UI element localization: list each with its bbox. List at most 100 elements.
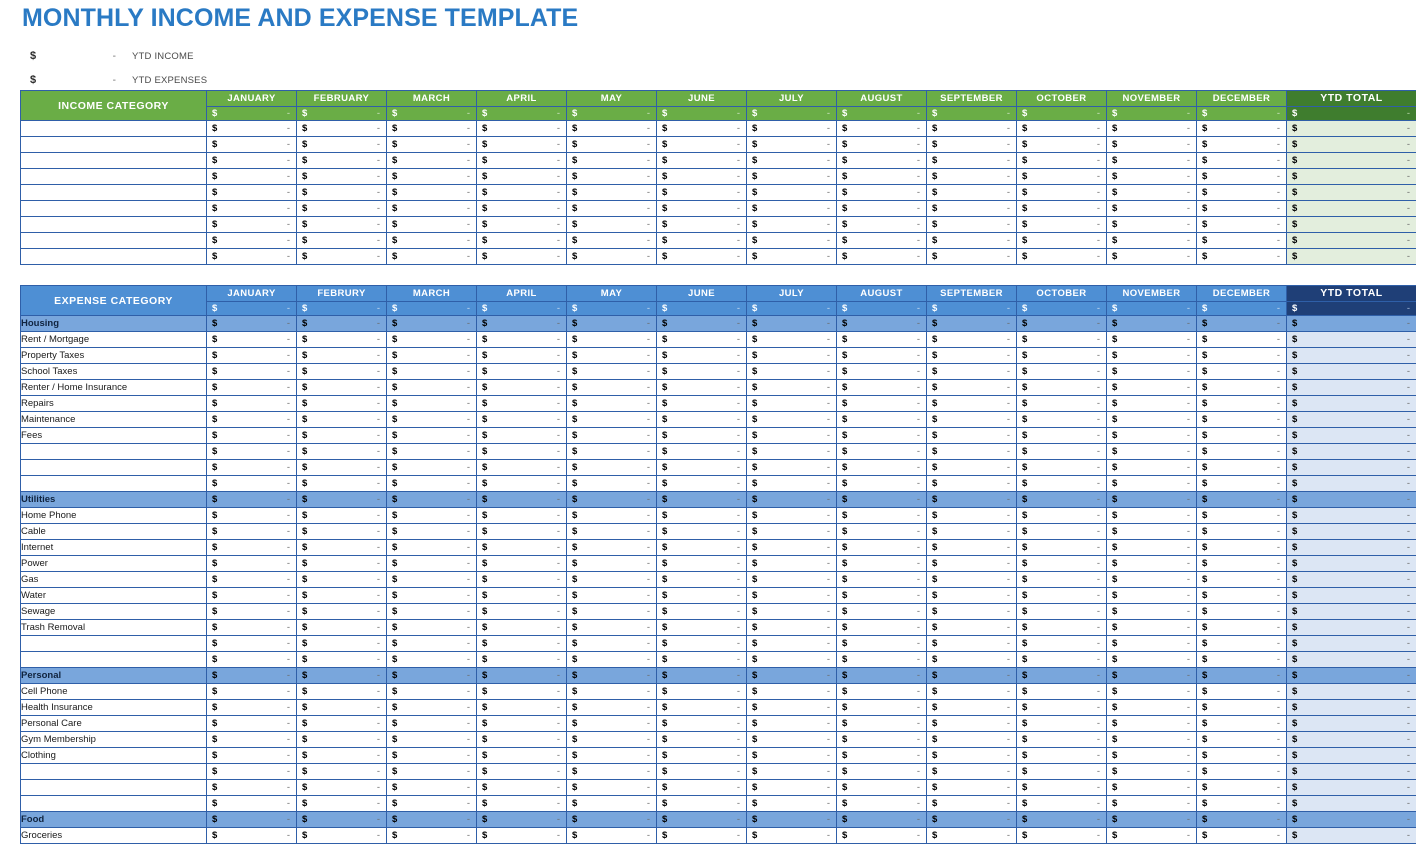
- expense-cell-r31-m4[interactable]: $ -: [476, 795, 567, 812]
- income-ytd-r9[interactable]: $ -: [1286, 248, 1416, 265]
- expense-cell-r13-m5[interactable]: $ -: [566, 507, 657, 524]
- income-month-header-12[interactable]: DECEMBER: [1196, 90, 1287, 107]
- income-ytd-r7[interactable]: $ -: [1286, 216, 1416, 233]
- expense-ytd-r19[interactable]: $ -: [1286, 603, 1416, 620]
- expense-cell-r30-m8[interactable]: $ -: [836, 779, 927, 796]
- income-cell-r1-m7[interactable]: $ -: [746, 120, 837, 137]
- income-category-cell-9[interactable]: [20, 248, 207, 265]
- income-category-cell-5[interactable]: [20, 184, 207, 201]
- expense-cell-r22-m4[interactable]: $ -: [476, 651, 567, 668]
- expense-cell-r31-m7[interactable]: $ -: [746, 795, 837, 812]
- expense-cell-r20-m11[interactable]: $ -: [1106, 619, 1197, 636]
- expense-cell-r8-m5[interactable]: $ -: [566, 427, 657, 444]
- expense-cell-r4-m4[interactable]: $ -: [476, 363, 567, 380]
- table-row[interactable]: Property Taxes $ - $ - $ - $ - $ - $ - $ - $ - $ - $ - $ - $ - $ -: [20, 347, 1416, 364]
- table-row[interactable]: $ - $ - $ - $ - $ - $ - $ - $ - $ - $ - $ - $ - $ -: [20, 136, 1416, 153]
- expense-cell-r24-m8[interactable]: $ -: [836, 683, 927, 700]
- expense-cell-r11-m9[interactable]: $ -: [926, 475, 1017, 492]
- expense-category-cell-29[interactable]: [20, 763, 207, 780]
- expense-category-cell-10[interactable]: [20, 459, 207, 476]
- expense-ytd-r6[interactable]: $ -: [1286, 395, 1416, 412]
- expense-ytd-r29[interactable]: $ -: [1286, 763, 1416, 780]
- expense-cell-r27-m4[interactable]: $ -: [476, 731, 567, 748]
- income-total-month-2[interactable]: $ -: [296, 105, 387, 122]
- expense-cell-r30-m7[interactable]: $ -: [746, 779, 837, 796]
- expense-cell-r1-m4[interactable]: $ -: [476, 315, 567, 332]
- expense-cell-r24-m3[interactable]: $ -: [386, 683, 477, 700]
- expense-cell-r15-m4[interactable]: $ -: [476, 539, 567, 556]
- expense-cell-r29-m9[interactable]: $ -: [926, 763, 1017, 780]
- expense-cell-r15-m3[interactable]: $ -: [386, 539, 477, 556]
- expense-cell-r29-m8[interactable]: $ -: [836, 763, 927, 780]
- expense-cell-r32-m7[interactable]: $ -: [746, 811, 837, 828]
- income-cell-r3-m4[interactable]: $ -: [476, 152, 567, 169]
- expense-cell-r3-m1[interactable]: $ -: [206, 347, 297, 364]
- expense-cell-r14-m10[interactable]: $ -: [1016, 523, 1107, 540]
- expense-cell-r13-m9[interactable]: $ -: [926, 507, 1017, 524]
- expense-cell-r28-m7[interactable]: $ -: [746, 747, 837, 764]
- expense-cell-r22-m1[interactable]: $ -: [206, 651, 297, 668]
- income-cell-r8-m4[interactable]: $ -: [476, 232, 567, 249]
- expense-category-cell-18[interactable]: Water: [20, 587, 207, 604]
- expense-cell-r32-m3[interactable]: $ -: [386, 811, 477, 828]
- expense-cell-r8-m11[interactable]: $ -: [1106, 427, 1197, 444]
- expense-cell-r32-m4[interactable]: $ -: [476, 811, 567, 828]
- income-cell-r8-m11[interactable]: $ -: [1106, 232, 1197, 249]
- expense-cell-r32-m5[interactable]: $ -: [566, 811, 657, 828]
- expense-cell-r10-m3[interactable]: $ -: [386, 459, 477, 476]
- expense-cell-r6-m2[interactable]: $ -: [296, 395, 387, 412]
- income-cell-r1-m4[interactable]: $ -: [476, 120, 567, 137]
- table-row[interactable]: Fees $ - $ - $ - $ - $ - $ - $ - $ - $ - $ - $ - $ - $ -: [20, 427, 1416, 444]
- expense-cell-r11-m4[interactable]: $ -: [476, 475, 567, 492]
- expense-ytd-r22[interactable]: $ -: [1286, 651, 1416, 668]
- expense-cell-r12-m1[interactable]: $ -: [206, 491, 297, 508]
- expense-cell-r1-m8[interactable]: $ -: [836, 315, 927, 332]
- income-cell-r1-m9[interactable]: $ -: [926, 120, 1017, 137]
- expense-cell-r2-m6[interactable]: $ -: [656, 331, 747, 348]
- expense-cell-r22-m3[interactable]: $ -: [386, 651, 477, 668]
- expense-cell-r7-m10[interactable]: $ -: [1016, 411, 1107, 428]
- expense-cell-r21-m5[interactable]: $ -: [566, 635, 657, 652]
- expense-cell-r16-m9[interactable]: $ -: [926, 555, 1017, 572]
- expense-cell-r9-m6[interactable]: $ -: [656, 443, 747, 460]
- expense-cell-r18-m5[interactable]: $ -: [566, 587, 657, 604]
- expense-cell-r29-m2[interactable]: $ -: [296, 763, 387, 780]
- expense-cell-r10-m6[interactable]: $ -: [656, 459, 747, 476]
- expense-cell-r28-m1[interactable]: $ -: [206, 747, 297, 764]
- expense-cell-r1-m5[interactable]: $ -: [566, 315, 657, 332]
- expense-cell-r32-m1[interactable]: $ -: [206, 811, 297, 828]
- expense-cell-r22-m2[interactable]: $ -: [296, 651, 387, 668]
- expense-cell-r18-m6[interactable]: $ -: [656, 587, 747, 604]
- expense-cell-r27-m2[interactable]: $ -: [296, 731, 387, 748]
- income-total-month-8[interactable]: $ -: [836, 105, 927, 122]
- expense-cell-r18-m10[interactable]: $ -: [1016, 587, 1107, 604]
- income-cell-r7-m6[interactable]: $ -: [656, 216, 747, 233]
- expense-cell-r23-m6[interactable]: $ -: [656, 667, 747, 684]
- expense-cell-r17-m11[interactable]: $ -: [1106, 571, 1197, 588]
- income-cell-r8-m8[interactable]: $ -: [836, 232, 927, 249]
- expense-cell-r28-m11[interactable]: $ -: [1106, 747, 1197, 764]
- expense-cell-r6-m5[interactable]: $ -: [566, 395, 657, 412]
- expense-cell-r14-m7[interactable]: $ -: [746, 523, 837, 540]
- expense-cell-r3-m12[interactable]: $ -: [1196, 347, 1287, 364]
- income-ytd-header[interactable]: YTD TOTAL: [1286, 90, 1416, 107]
- expense-cell-r12-m10[interactable]: $ -: [1016, 491, 1107, 508]
- expense-cell-r19-m11[interactable]: $ -: [1106, 603, 1197, 620]
- table-row[interactable]: Home Phone $ - $ - $ - $ - $ - $ - $ - $ - $ - $ - $ - $ - $ -: [20, 507, 1416, 524]
- expense-cell-r26-m1[interactable]: $ -: [206, 715, 297, 732]
- table-row[interactable]: Cell Phone $ - $ - $ - $ - $ - $ - $ - $ - $ - $ - $ - $ - $ -: [20, 683, 1416, 700]
- expense-total-month-10[interactable]: $ -: [1016, 300, 1107, 317]
- table-row[interactable]: $ - $ - $ - $ - $ - $ - $ - $ - $ - $ - $ - $ - $ -: [20, 184, 1416, 201]
- expense-ytd-r33[interactable]: $ -: [1286, 827, 1416, 844]
- expense-cell-r22-m11[interactable]: $ -: [1106, 651, 1197, 668]
- expense-cell-r20-m1[interactable]: $ -: [206, 619, 297, 636]
- expense-cell-r6-m8[interactable]: $ -: [836, 395, 927, 412]
- expense-cell-r3-m9[interactable]: $ -: [926, 347, 1017, 364]
- expense-month-header-11[interactable]: NOVEMBER: [1106, 285, 1197, 302]
- expense-cell-r2-m12[interactable]: $ -: [1196, 331, 1287, 348]
- expense-cell-r27-m5[interactable]: $ -: [566, 731, 657, 748]
- income-cell-r1-m2[interactable]: $ -: [296, 120, 387, 137]
- expense-ytd-r13[interactable]: $ -: [1286, 507, 1416, 524]
- expense-cell-r2-m11[interactable]: $ -: [1106, 331, 1197, 348]
- expense-cell-r27-m8[interactable]: $ -: [836, 731, 927, 748]
